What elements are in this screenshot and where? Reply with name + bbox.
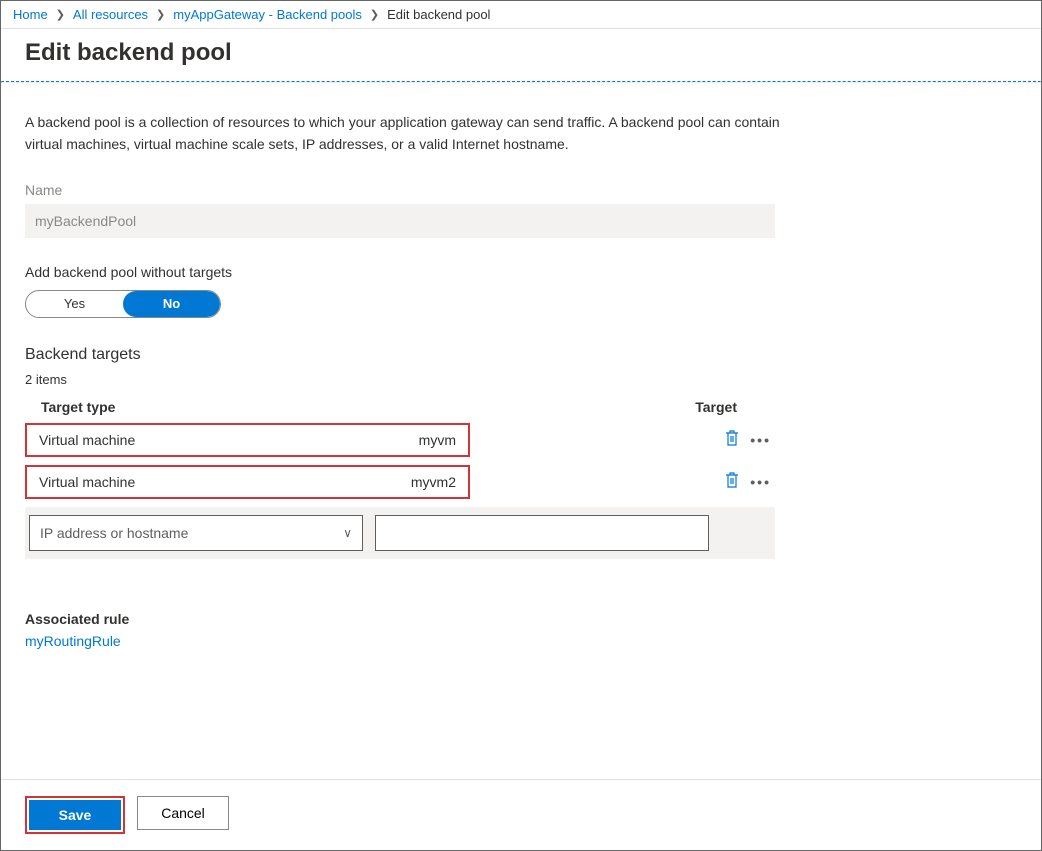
without-targets-label: Add backend pool without targets (25, 264, 1017, 280)
select-placeholder: IP address or hostname (40, 525, 188, 541)
col-target: Target (391, 399, 759, 415)
target-value: myvm2 (411, 474, 456, 490)
table-header: Target type Target (25, 399, 775, 423)
chevron-right-icon: ❯ (156, 8, 165, 21)
toggle-yes[interactable]: Yes (26, 291, 123, 317)
without-targets-toggle[interactable]: Yes No (25, 290, 221, 318)
target-value-input[interactable] (375, 515, 709, 551)
more-icon[interactable]: ••• (750, 432, 771, 448)
target-type-value: Virtual machine (39, 474, 411, 490)
breadcrumb-all-resources[interactable]: All resources (73, 7, 148, 22)
table-row: Virtual machine myvm ••• (25, 423, 775, 457)
col-target-type: Target type (41, 399, 391, 415)
description-text: A backend pool is a collection of resour… (25, 111, 785, 156)
name-input[interactable] (25, 204, 775, 238)
associated-rule-link[interactable]: myRoutingRule (25, 633, 1017, 649)
trash-icon[interactable] (724, 429, 740, 450)
toggle-no[interactable]: No (123, 291, 220, 317)
target-type-value: Virtual machine (39, 432, 419, 448)
table-row: Virtual machine myvm2 ••• (25, 465, 775, 499)
items-count: 2 items (25, 372, 1017, 387)
chevron-right-icon: ❯ (370, 8, 379, 21)
target-type-select[interactable]: IP address or hostname ∨ (29, 515, 363, 551)
content: A backend pool is a collection of resour… (1, 83, 1041, 779)
target-row-highlight[interactable]: Virtual machine myvm2 (25, 465, 470, 499)
breadcrumb-current: Edit backend pool (387, 7, 490, 22)
target-value: myvm (419, 432, 456, 448)
breadcrumb-gateway[interactable]: myAppGateway - Backend pools (173, 7, 362, 22)
name-label: Name (25, 182, 1017, 198)
trash-icon[interactable] (724, 471, 740, 492)
more-icon[interactable]: ••• (750, 474, 771, 490)
footer: Save Cancel (1, 779, 1041, 850)
save-button[interactable]: Save (29, 800, 121, 830)
chevron-right-icon: ❯ (56, 8, 65, 21)
target-row-highlight[interactable]: Virtual machine myvm (25, 423, 470, 457)
backend-targets-heading: Backend targets (25, 346, 1017, 364)
page-title: Edit backend pool (1, 29, 1041, 81)
targets-table: Target type Target Virtual machine myvm … (25, 399, 775, 559)
new-target-row: IP address or hostname ∨ (25, 507, 775, 559)
save-highlight: Save (25, 796, 125, 834)
cancel-button[interactable]: Cancel (137, 796, 229, 830)
breadcrumb: Home ❯ All resources ❯ myAppGateway - Ba… (1, 1, 1041, 29)
associated-rule-heading: Associated rule (25, 611, 1017, 627)
breadcrumb-home[interactable]: Home (13, 7, 48, 22)
chevron-down-icon: ∨ (343, 526, 352, 540)
